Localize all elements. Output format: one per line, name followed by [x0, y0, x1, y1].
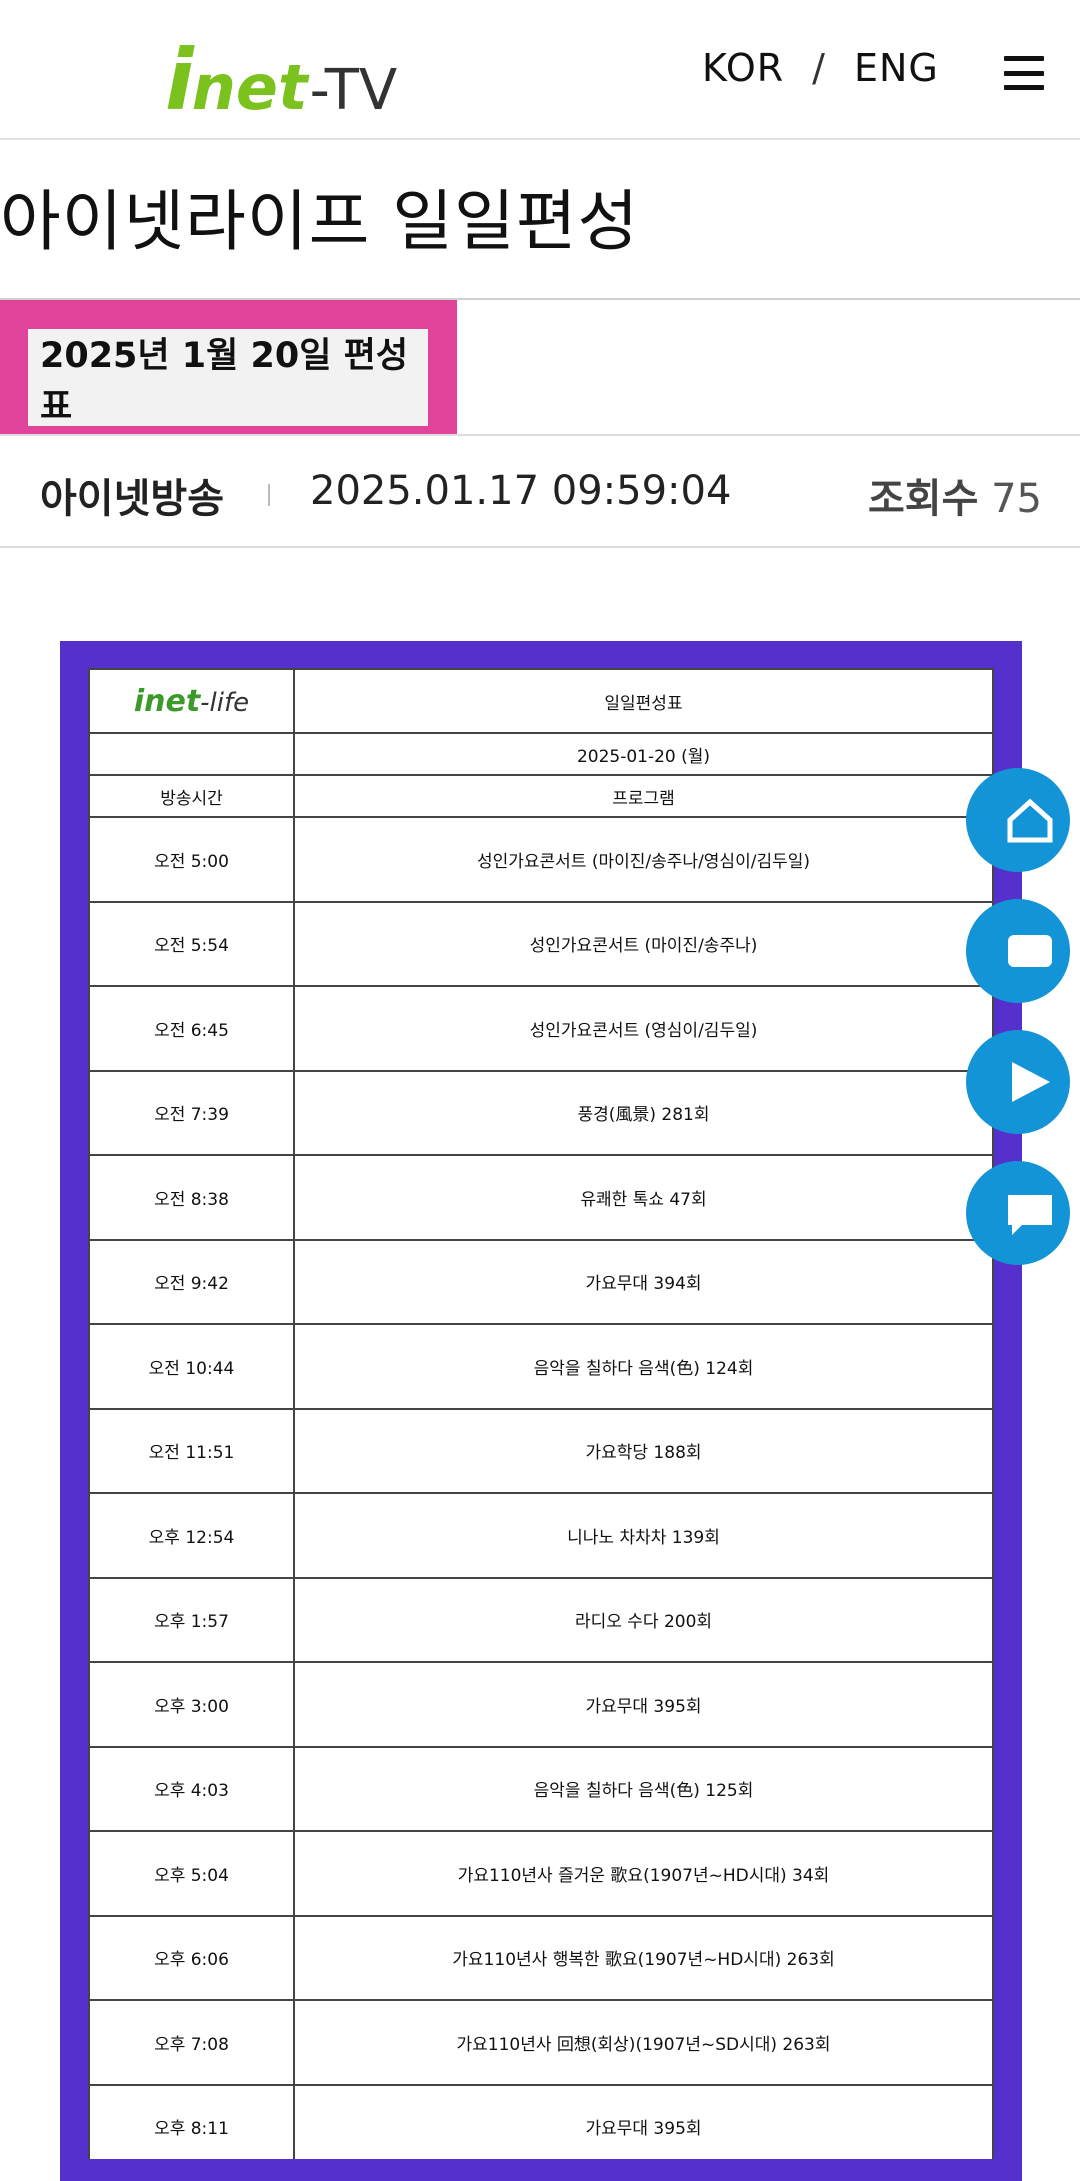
- view-count-label: 조회수: [867, 476, 979, 522]
- table-row: 오전 5:54 성인가요콘서트 (마이진/송주나): [88, 900, 994, 987]
- logo-i: i: [165, 31, 194, 129]
- view-count: 조회수 75: [868, 466, 1042, 524]
- table-row: 오전 8:38 유쾌한 톡쇼 47회: [88, 1154, 994, 1241]
- chat-icon: [1008, 1195, 1052, 1235]
- lang-eng-link[interactable]: ENG: [854, 46, 939, 90]
- schedule-program: 음악을 칠하다 음색(色) 125회: [293, 1745, 994, 1832]
- sheet-logo-main: inet: [133, 683, 201, 719]
- menu-icon[interactable]: [1004, 56, 1044, 90]
- schedule-time: 오후 12:54: [88, 1492, 295, 1579]
- schedule-program: 가요무대 394회: [293, 1238, 994, 1325]
- sheet-logo-sub: -life: [200, 687, 250, 718]
- chat-button[interactable]: [966, 1161, 1070, 1265]
- schedule-program: 성인가요콘서트 (영심이/김두일): [293, 985, 994, 1072]
- schedule-time: 오전 10:44: [88, 1323, 295, 1410]
- schedule-rows: 오전 5:00 성인가요콘서트 (마이진/송주나/영심이/김두일) 오전 5:54 성…: [88, 816, 994, 2159]
- schedule-program: 풍경(風景) 281회: [293, 1069, 994, 1156]
- table-row: 오전 11:51 가요학당 188회: [88, 1407, 994, 1494]
- schedule-time: 오후 1:57: [88, 1576, 295, 1663]
- home-icon: [1007, 798, 1053, 843]
- table-row: 오전 5:00 성인가요콘서트 (마이진/송주나/영심이/김두일): [88, 816, 994, 903]
- schedule-program: 라디오 수다 200회: [293, 1576, 994, 1663]
- col-header-time: 방송시간: [88, 774, 295, 818]
- table-row: 오전 9:42 가요무대 394회: [88, 1238, 994, 1325]
- schedule-program: 가요110년사 즐거운 歌요(1907년~HD시대) 34회: [293, 1830, 994, 1917]
- play-icon: [1012, 1062, 1050, 1102]
- site-header: i net -TV KOR / ENG: [0, 0, 1080, 140]
- table-row: 오전 7:39 풍경(風景) 281회: [88, 1069, 994, 1156]
- table-row: 오후 4:03 음악을 칠하다 음색(色) 125회: [88, 1745, 994, 1832]
- table-row: 오후 1:57 라디오 수다 200회: [88, 1576, 994, 1663]
- table-row: 오후 8:11 가요무대 395회: [88, 2083, 994, 2159]
- post-meta: 아이넷방송 2025.01.17 09:59:04 조회수 75: [0, 434, 1080, 548]
- post-author: 아이넷방송: [40, 476, 224, 522]
- schedule-time: 오전 7:39: [88, 1069, 295, 1156]
- sheet-logo: inet-life: [88, 668, 295, 734]
- schedule-time: 오전 8:38: [88, 1154, 295, 1241]
- table-row: 오후 5:04 가요110년사 즐거운 歌요(1907년~HD시대) 34회: [88, 1830, 994, 1917]
- post-datetime: 2025.01.17 09:59:04: [310, 468, 732, 514]
- logo-net: net: [191, 51, 308, 124]
- message-button[interactable]: [966, 899, 1070, 1003]
- page-title: 아이넷라이프 일일편성: [0, 183, 640, 260]
- table-row: 오전 6:45 성인가요콘서트 (영심이/김두일): [88, 985, 994, 1072]
- schedule-time: 오후 5:04: [88, 1830, 295, 1917]
- message-icon: [1008, 935, 1052, 967]
- schedule-time: 오전 11:51: [88, 1407, 295, 1494]
- view-count-value: 75: [991, 476, 1042, 522]
- play-button[interactable]: [966, 1030, 1070, 1134]
- meta-divider: [268, 484, 270, 506]
- schedule-time: 오전 5:00: [88, 816, 295, 903]
- table-row: 오후 12:54 니나노 차차차 139회: [88, 1492, 994, 1579]
- language-switcher: KOR / ENG: [702, 46, 939, 90]
- table-row: 오후 3:00 가요무대 395회: [88, 1661, 994, 1748]
- table-row: 오후 7:08 가요110년사 回想(회상)(1907년~SD시대) 263회: [88, 1999, 994, 2086]
- schedule-time: 오전 6:45: [88, 985, 295, 1072]
- lang-kor-link[interactable]: KOR: [702, 46, 784, 90]
- schedule-program: 가요110년사 回想(회상)(1907년~SD시대) 263회: [293, 1999, 994, 2086]
- schedule-program: 가요무대 395회: [293, 2083, 994, 2159]
- schedule-program: 성인가요콘서트 (마이진/송주나/영심이/김두일): [293, 816, 994, 903]
- schedule-sheet: inet-life 일일편성표 2025-01-20 (월) 방송시간 프로그램…: [88, 668, 994, 2159]
- schedule-program: 유쾌한 톡쇼 47회: [293, 1154, 994, 1241]
- schedule-program: 음악을 칠하다 음색(色) 124회: [293, 1323, 994, 1410]
- sheet-title: 일일편성표: [293, 668, 994, 734]
- lang-separator: /: [812, 46, 826, 90]
- schedule-table: inet-life 일일편성표 2025-01-20 (월) 방송시간 프로그램…: [88, 668, 994, 2159]
- sheet-empty-cell: [88, 732, 295, 776]
- schedule-time: 오후 3:00: [88, 1661, 295, 1748]
- schedule-program: 성인가요콘서트 (마이진/송주나): [293, 900, 994, 987]
- col-header-program: 프로그램: [293, 774, 994, 818]
- schedule-time: 오전 9:42: [88, 1238, 295, 1325]
- home-button[interactable]: [966, 768, 1070, 872]
- logo-tv: -TV: [309, 58, 398, 123]
- schedule-program: 가요110년사 행복한 歌요(1907년~HD시대) 263회: [293, 1914, 994, 2001]
- schedule-time: 오후 6:06: [88, 1914, 295, 2001]
- schedule-program: 가요학당 188회: [293, 1407, 994, 1494]
- sheet-date: 2025-01-20 (월): [293, 732, 994, 776]
- table-row: 오전 10:44 음악을 칠하다 음색(色) 124회: [88, 1323, 994, 1410]
- schedule-time: 오후 4:03: [88, 1745, 295, 1832]
- schedule-time: 오후 7:08: [88, 1999, 295, 2086]
- schedule-time: 오후 8:11: [88, 2083, 295, 2159]
- tab-schedule-date[interactable]: 2025년 1월 20일 편성표: [28, 329, 428, 427]
- schedule-program: 가요무대 395회: [293, 1661, 994, 1748]
- schedule-time: 오전 5:54: [88, 900, 295, 987]
- inet-tv-logo[interactable]: i net -TV: [165, 38, 397, 124]
- schedule-program: 니나노 차차차 139회: [293, 1492, 994, 1579]
- table-row: 오후 6:06 가요110년사 행복한 歌요(1907년~HD시대) 263회: [88, 1914, 994, 2001]
